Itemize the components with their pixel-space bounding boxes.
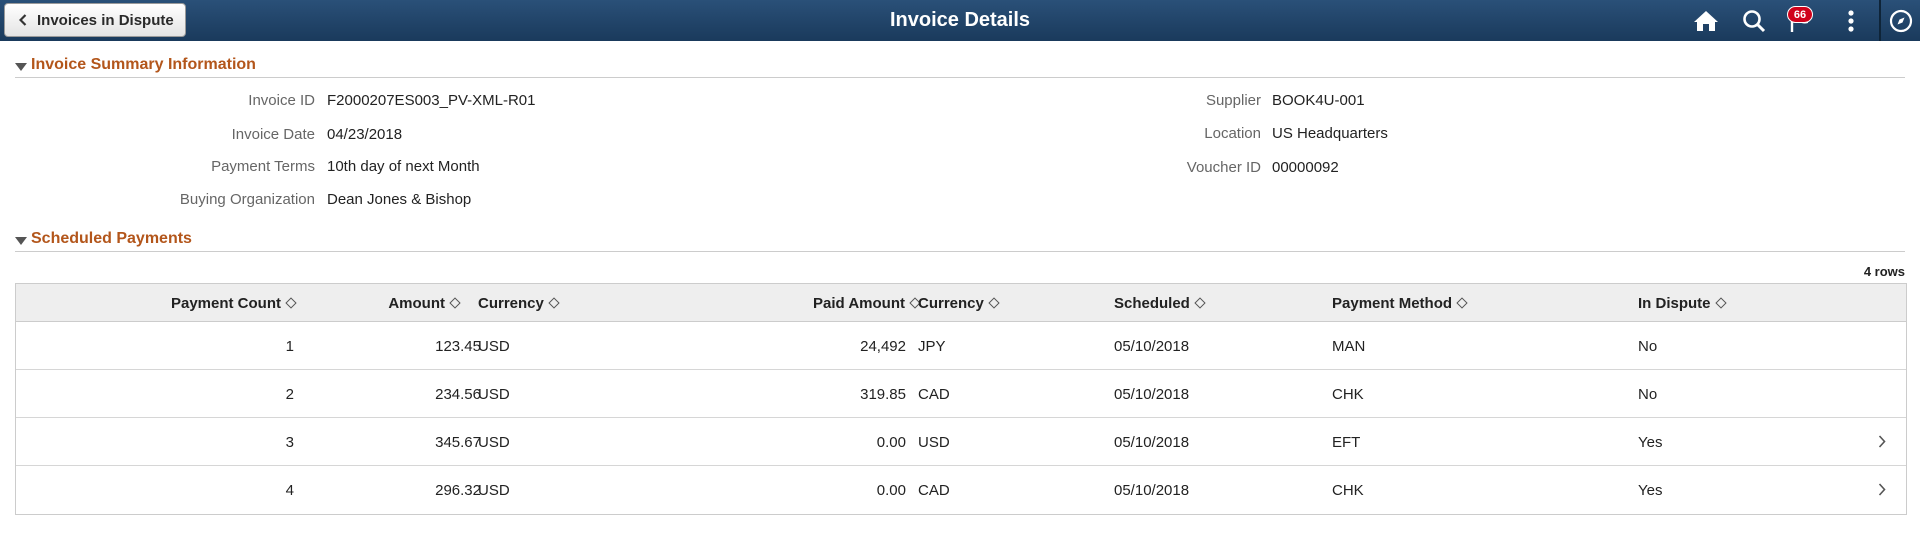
column-header-currency[interactable]: Currency [478, 284, 678, 322]
collapse-triangle-icon [15, 59, 29, 76]
payment-terms-value: 10th day of next Month [327, 158, 480, 175]
paid-amount-cell: 0.00 [876, 433, 906, 451]
invoice-id-label: Invoice ID [248, 92, 315, 109]
in-dispute-cell: No [1638, 385, 1658, 403]
search-icon[interactable] [1740, 7, 1768, 35]
paid-currency-cell: JPY [918, 337, 946, 355]
column-header-label: Payment Method [1332, 294, 1453, 312]
navbar-compass-icon[interactable] [1882, 0, 1920, 41]
column-header-amount[interactable]: Amount [296, 284, 461, 322]
table-row: 2 234.56 USD 319.85 CAD 05/10/2018 CHK N… [16, 370, 1906, 418]
sort-icon [1456, 297, 1468, 309]
column-header-label: Amount [388, 294, 445, 312]
voucher-id-value: 00000092 [1272, 159, 1339, 176]
paid-currency-cell: CAD [918, 481, 950, 499]
payment-count-cell: 3 [285, 433, 294, 451]
paid-currency-cell: USD [918, 433, 950, 451]
location-label: Location [1204, 125, 1261, 142]
amount-cell: 345.67 [435, 433, 481, 451]
banner-divider [1879, 0, 1881, 41]
back-button-label: Invoices in Dispute [37, 11, 174, 29]
chevron-right-icon[interactable] [1878, 483, 1886, 500]
scheduled-cell: 05/10/2018 [1114, 481, 1190, 499]
column-header-payment-count[interactable]: Payment Count [16, 284, 297, 322]
voucher-id-label: Voucher ID [1186, 159, 1261, 176]
in-dispute-cell: Yes [1638, 481, 1663, 499]
column-header-in-dispute[interactable]: In Dispute [1638, 284, 1838, 322]
payment-method-cell: MAN [1332, 337, 1366, 355]
column-header-label: Paid Amount [813, 294, 905, 312]
scheduled-cell: 05/10/2018 [1114, 385, 1190, 403]
invoice-summary-section-header[interactable]: Invoice Summary Information [15, 56, 1905, 78]
page-title: Invoice Details [889, 9, 1031, 31]
column-header-label: Currency [478, 294, 544, 312]
scheduled-payments-grid: Payment Count Amount Currency Paid Amoun… [15, 283, 1907, 515]
sort-icon [548, 297, 560, 309]
buying-organization-value: Dean Jones & Bishop [327, 191, 472, 208]
in-dispute-cell: Yes [1638, 433, 1663, 451]
sort-icon [1194, 297, 1206, 309]
collapse-triangle-icon [15, 233, 29, 250]
scheduled-cell: 05/10/2018 [1114, 433, 1190, 451]
paid-amount-cell: 0.00 [876, 481, 906, 499]
table-row[interactable]: 4 296.32 USD 0.00 CAD 05/10/2018 CHK Yes [16, 466, 1906, 514]
chevron-right-icon[interactable] [1878, 435, 1886, 452]
invoice-id-value: F2000207ES003_PV-XML-R01 [327, 92, 536, 109]
grid-header-row: Payment Count Amount Currency Paid Amoun… [16, 284, 1906, 322]
notification-count-badge: 66 [1787, 6, 1813, 23]
amount-cell: 296.32 [435, 481, 481, 499]
home-icon[interactable] [1692, 7, 1720, 35]
section-title: Scheduled Payments [31, 230, 192, 247]
payment-count-cell: 2 [285, 385, 294, 403]
currency-cell: USD [478, 481, 510, 499]
column-header-label: Scheduled [1114, 294, 1190, 312]
payment-terms-label: Payment Terms [211, 158, 315, 175]
invoice-date-value: 04/23/2018 [327, 126, 403, 143]
payment-method-cell: EFT [1332, 433, 1361, 451]
location-value: US Headquarters [1272, 125, 1388, 142]
actions-menu-icon[interactable] [1837, 7, 1865, 35]
column-header-paid-amount[interactable]: Paid Amount [676, 284, 921, 322]
supplier-value: BOOK4U-001 [1272, 92, 1365, 109]
scheduled-payments-section-header[interactable]: Scheduled Payments [15, 230, 1905, 252]
payment-count-cell: 1 [285, 337, 294, 355]
sort-icon [1714, 297, 1727, 309]
column-header-label: Payment Count [170, 294, 281, 312]
column-header-label: Currency [918, 294, 984, 312]
scheduled-cell: 05/10/2018 [1114, 337, 1190, 355]
paid-currency-cell: CAD [918, 385, 950, 403]
section-title: Invoice Summary Information [31, 56, 256, 73]
back-button[interactable]: Invoices in Dispute [4, 3, 186, 37]
currency-cell: USD [478, 433, 510, 451]
column-header-payment-method[interactable]: Payment Method [1332, 284, 1572, 322]
supplier-label: Supplier [1205, 92, 1261, 109]
chevron-left-icon [19, 14, 27, 26]
invoice-date-label: Invoice Date [231, 126, 315, 143]
amount-cell: 123.45 [435, 337, 481, 355]
row-count: 4 rows [1863, 264, 1905, 279]
currency-cell: USD [478, 385, 510, 403]
paid-amount-cell: 24,492 [860, 337, 906, 355]
amount-cell: 234.56 [435, 385, 481, 403]
column-header-scheduled[interactable]: Scheduled [1114, 284, 1314, 322]
in-dispute-cell: No [1638, 337, 1658, 355]
payment-count-cell: 4 [285, 481, 294, 499]
header-banner: Invoices in Dispute Invoice Details 66 [0, 0, 1920, 41]
buying-organization-label: Buying Organization [179, 191, 315, 208]
table-row: 1 123.45 USD 24,492 JPY 05/10/2018 MAN N… [16, 322, 1906, 370]
column-header-label: In Dispute [1638, 294, 1711, 312]
sort-icon [988, 297, 1000, 309]
payment-method-cell: CHK [1332, 385, 1364, 403]
column-header-paid-currency[interactable]: Currency [918, 284, 1098, 322]
paid-amount-cell: 319.85 [860, 385, 906, 403]
payment-method-cell: CHK [1332, 481, 1364, 499]
sort-icon [449, 297, 461, 309]
currency-cell: USD [478, 337, 510, 355]
sort-icon [285, 297, 297, 309]
table-row[interactable]: 3 345.67 USD 0.00 USD 05/10/2018 EFT Yes [16, 418, 1906, 466]
